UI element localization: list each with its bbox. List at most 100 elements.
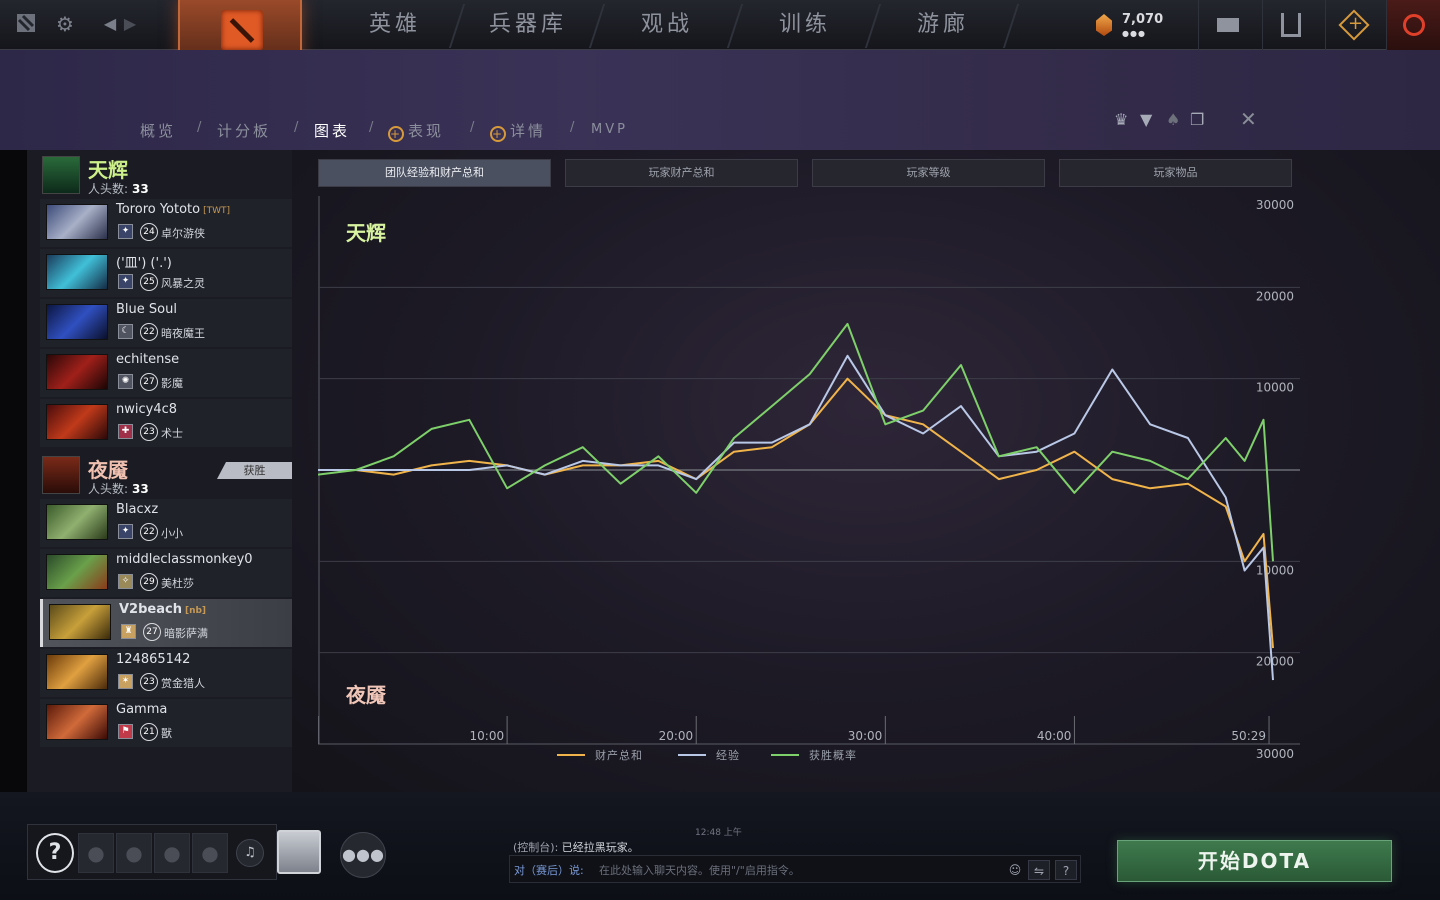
x-tick-label: 20:00 xyxy=(659,729,694,743)
player-name: 124865142 xyxy=(116,652,193,667)
player-row-selected[interactable]: V2beach [nb] ♜ 27 暗影萨满 xyxy=(40,599,292,647)
crumb-separator: / xyxy=(294,120,299,135)
crumb-mvp[interactable]: MVP xyxy=(591,122,628,137)
player-row[interactable]: Blue Soul ☾ 22 暗夜魔王 xyxy=(40,299,292,347)
nav-separator xyxy=(864,4,882,48)
dire-tower-icon xyxy=(42,456,80,494)
hero-name: 术士 xyxy=(161,427,183,440)
dire-kills: 人头数: 33 xyxy=(88,480,149,497)
rank-icon: ☾ xyxy=(118,324,133,339)
legend-label: 经验 xyxy=(716,749,740,762)
plus-badge-icon: + xyxy=(490,126,506,142)
shard-gem-icon xyxy=(1096,14,1112,36)
player-row[interactable]: Gamma ⚑ 21 獸 xyxy=(40,699,292,747)
hero-name: 暗影萨满 xyxy=(164,627,208,640)
avatar[interactable] xyxy=(277,830,321,874)
forward-arrow-icon[interactable]: ▶ xyxy=(118,12,142,36)
crumb-separator: / xyxy=(369,120,374,135)
tab-team-xp-networth[interactable]: 团队经验和财产总和 xyxy=(318,159,551,187)
player-tag: [nb] xyxy=(184,606,207,616)
player-name-text: 124865142 xyxy=(116,652,191,667)
player-name: nwicy4c8 xyxy=(116,402,180,417)
networth-line xyxy=(318,377,1274,649)
crumb-performance[interactable]: + 表现 xyxy=(388,120,444,142)
hero-name: 卓尔游侠 xyxy=(161,227,205,240)
nav-separator xyxy=(726,4,744,48)
player-row[interactable]: ('皿') ('.') ✦ 25 风暴之灵 xyxy=(40,249,292,297)
armory-icon xyxy=(1281,13,1301,37)
hero-level: 22 xyxy=(140,523,158,541)
help-question-icon[interactable]: ? xyxy=(1055,860,1077,880)
y-tick-label: 10000 xyxy=(1256,563,1294,577)
victory-badge: 获胜 xyxy=(217,462,292,479)
chat-message: (控制台): 已经拉黑玩家。 xyxy=(513,839,639,855)
tab-player-level[interactable]: 玩家等级 xyxy=(812,159,1045,187)
party-slot[interactable]: ● xyxy=(154,833,190,873)
radiant-name: 天辉 xyxy=(88,158,128,182)
kills-label: 人头数: xyxy=(88,182,129,196)
player-row[interactable]: middleclassmonkey0 ✧ 29 美杜莎 xyxy=(40,549,292,597)
shield-icon[interactable]: ▼ xyxy=(1140,110,1152,129)
hero-level: 29 xyxy=(140,573,158,591)
left-edge xyxy=(0,150,27,792)
armory-button[interactable] xyxy=(1262,0,1320,50)
kills-value: 33 xyxy=(132,182,149,196)
crumb-overview[interactable]: 概览 xyxy=(140,120,176,141)
mail-button[interactable] xyxy=(1198,0,1256,50)
nav-tab-armory[interactable]: 兵器库 xyxy=(468,0,588,50)
play-dota-button[interactable]: 开始DOTA xyxy=(1117,840,1392,882)
player-name: Blacxz xyxy=(116,502,161,517)
power-button[interactable] xyxy=(1386,0,1440,50)
player-name-text: echitense xyxy=(116,352,180,367)
x-tick-label: 50:29 xyxy=(1231,729,1266,743)
party-slot[interactable]: ● xyxy=(116,833,152,873)
dota-emblem-icon xyxy=(221,10,263,50)
party-bar: ? ● ● ● ● ♫ xyxy=(27,824,277,880)
chat-wheel-icon[interactable]: ⇋ xyxy=(1028,860,1050,880)
nav-tab-arcade[interactable]: 游廊 xyxy=(888,0,998,50)
flame-icon[interactable]: ♠ xyxy=(1166,110,1180,129)
nav-tab-learn[interactable]: 训练 xyxy=(750,0,860,50)
xp-line xyxy=(318,354,1274,681)
player-name: echitense xyxy=(116,352,182,367)
voice-headset-icon[interactable]: ♫ xyxy=(236,839,264,867)
tab-player-networth[interactable]: 玩家财产总和 xyxy=(565,159,798,187)
hero-name: 赏金猎人 xyxy=(161,677,205,690)
chat-input[interactable]: 对（赛后）说: 在此处输入聊天内容。使用"/"启用指令。 ☺ ⇋ ? xyxy=(509,855,1081,883)
hero-portrait xyxy=(46,704,108,740)
crumb-details[interactable]: + 详情 xyxy=(490,120,546,142)
nav-tab-heroes[interactable]: 英雄 xyxy=(340,0,450,50)
player-row[interactable]: nwicy4c8 ✚ 23 术士 xyxy=(40,399,292,447)
hero-level: 27 xyxy=(143,623,161,641)
legend-swatch xyxy=(771,754,799,756)
hero-name: 影魔 xyxy=(161,377,183,390)
player-row[interactable]: echitense ✺ 27 影魔 xyxy=(40,349,292,397)
player-name: Tororo Yototo [TWT] xyxy=(116,202,230,217)
crumb-scoreboard[interactable]: 计分板 xyxy=(217,120,271,141)
dota-menu-icon[interactable] xyxy=(14,12,38,36)
shard-amount: 7,070 xyxy=(1122,12,1164,27)
player-row[interactable]: Blacxz ✦ 22 小小 xyxy=(40,499,292,547)
help-icon[interactable]: ? xyxy=(36,833,74,873)
emoji-icon[interactable]: ☺ xyxy=(1004,860,1026,880)
friends-button[interactable]: ●●● xyxy=(340,832,386,878)
legend-swatch xyxy=(678,754,706,756)
rank-icon: ⚑ xyxy=(118,724,133,739)
player-row[interactable]: Tororo Yototo [TWT] ✦ 24 卓尔游侠 xyxy=(40,199,292,247)
legend-label: 财产总和 xyxy=(595,749,643,762)
copy-icon[interactable]: ❐ xyxy=(1190,110,1204,129)
settings-gear-icon[interactable]: ⚙ xyxy=(53,12,77,36)
graph-chart: 300002000010000100002000030000:0010:0020… xyxy=(318,196,1300,761)
nav-separator xyxy=(588,4,606,48)
crumb-graphs[interactable]: 图表 xyxy=(314,120,350,141)
player-row[interactable]: 124865142 ✶ 23 赏金猎人 xyxy=(40,649,292,697)
tab-player-items[interactable]: 玩家物品 xyxy=(1059,159,1292,187)
shards-display[interactable]: 7,070 ●●● xyxy=(1096,12,1176,40)
nav-tab-watch[interactable]: 观战 xyxy=(612,0,722,50)
crown-icon[interactable]: ♛ xyxy=(1114,110,1128,129)
party-slot[interactable]: ● xyxy=(192,833,228,873)
close-icon[interactable]: ✕ xyxy=(1240,107,1257,131)
plus-button[interactable]: + xyxy=(1325,0,1383,50)
x-tick-label: 30:00 xyxy=(848,729,883,743)
party-slot[interactable]: ● xyxy=(78,833,114,873)
